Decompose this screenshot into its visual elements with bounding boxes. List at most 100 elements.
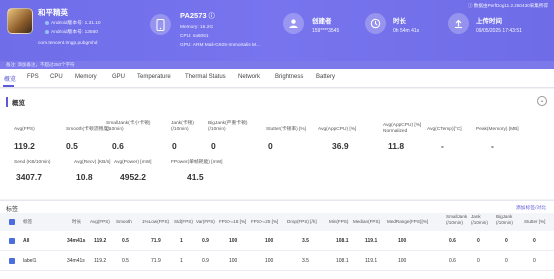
tab-network[interactable]: Network [238,74,260,80]
device-model: PA2573 ⓘ [180,11,215,20]
table-row[interactable]: label1 34m41s 119.2 0.5 71.9 1 0.9 100 1… [0,251,554,271]
select-all-checkbox[interactable] [9,219,15,225]
table-row[interactable]: All 34m41s 119.2 0.5 71.9 1 0.9 100 100 … [0,231,554,251]
header-note: ⓘ 数据由PerfDog11.2.250430采集所得 [467,3,548,8]
duration-value: 0h 54m 41s [393,28,420,34]
metric-value: 10.8 [76,172,93,182]
metric-value: 3407.7 [16,172,42,182]
column-header[interactable]: Std(FPS) [174,219,193,225]
column-header[interactable]: BigJank (/10min) [496,214,524,225]
table-cell: 3.5 [302,258,309,264]
table-cell: 100 [229,238,238,244]
column-header[interactable]: FPS>=25 [%] [251,219,278,225]
info-icon[interactable]: ⓘ [209,14,215,20]
metric-value: 4952.2 [120,172,146,182]
metric-value: - [491,141,494,151]
overview-panel: 概览 ⌄ Avg(FPS) 119.2 Smooth(卡顿流畅度) 0.5 Sm… [0,89,554,199]
add-label-link[interactable]: 添加标签/对比 [516,204,546,211]
metric-value: 119.2 [14,141,35,151]
row-checkbox[interactable] [9,238,15,244]
android-icon [45,20,49,25]
table-cell: 108.1 [336,238,349,244]
table-cell: 100 [398,258,407,264]
table-cell: 119.2 [94,238,107,244]
table-cell: 0.9 [202,258,209,264]
metric-label: Avg(AppCPU) [%] Normalized [383,123,422,134]
table-cell: 0.5 [122,258,129,264]
table-cell: 0 [533,258,536,264]
metric-label: Avg(AppCPU) [%] [318,127,357,132]
tab-temperature[interactable]: Temperature [137,74,171,80]
table-cell: 100 [398,238,407,244]
notice-bar[interactable]: 备注: 添加备注，不超过250个字符 [0,61,554,69]
table-cell: 0.9 [202,238,209,244]
table-cell: 0 [505,238,508,244]
metric-label: Avg(CTemp)[°C] [427,127,462,132]
table-cell: 0 [477,258,480,264]
column-header[interactable]: Jank (/10min) [471,214,493,225]
column-header[interactable]: Avg(FPS) [90,219,110,225]
table-cell: 0.5 [122,238,129,244]
tab-thermal-status[interactable]: Thermal Status [185,74,226,80]
metric-value: 0.6 [112,141,124,151]
metric-label: Smooth(卡顿流畅度) [66,127,110,132]
table-cell: 0 [533,238,536,244]
metric-value: 0 [211,141,216,151]
metric-value: 0.5 [66,141,78,151]
column-header[interactable]: Stutter [%] [524,219,545,225]
column-header[interactable]: Median(FPS) [353,219,380,225]
upload-icon [448,13,469,34]
column-header[interactable]: Var(FPS) [196,219,215,225]
column-header[interactable]: MedRange(FPS)[%] [387,219,428,225]
column-header[interactable]: Min(FPS) [329,219,348,225]
overview-title: 概览 [6,97,25,107]
phone-icon [150,14,171,35]
tab-memory[interactable]: Memory [75,74,97,80]
android-icon [45,29,49,34]
creator-value: 159****3545 [312,28,340,34]
row-checkbox[interactable] [9,258,15,264]
app-icon [7,8,33,34]
upload-label: 上传时间 [476,18,502,25]
table-cell: 119.1 [365,258,378,264]
device-memory: Memory: 15.2G [180,25,214,30]
metric-value: 41.5 [187,172,204,182]
metric-value: 0 [268,141,273,151]
metric-label: Jank(卡顿) (/10min) [171,121,194,132]
metric-value: 11.8 [388,141,405,151]
column-header[interactable]: Smooth [116,219,132,225]
tab-cpu[interactable]: CPU [50,74,63,80]
metric-value: - [441,141,444,151]
clock-icon [365,13,386,34]
device-cpu: CPU: sa6061 [180,34,209,39]
table-cell: 100 [265,258,274,264]
tab-brightness[interactable]: Brightness [275,74,303,80]
package-name: com.tencent.tmgp.pubgmhd [38,41,98,46]
user-icon [283,13,304,34]
column-header[interactable]: Drop(FPS) [/h] [287,219,317,225]
table-cell: 108.1 [336,258,349,264]
label-section: 标签 添加标签/对比 标签 时长 Avg(FPS) Smooth 1%Low(F… [0,200,554,279]
table-cell: 100 [229,258,238,264]
metric-label: SmallJank(卡小卡顿) (/10min) [106,121,151,132]
column-header[interactable]: 标签 [23,219,32,225]
table-cell: 0.6 [449,238,456,244]
column-header[interactable]: 时长 [72,219,81,225]
tab-overview[interactable]: 概览 [4,74,16,83]
collapse-icon[interactable]: ⌄ [537,96,547,106]
table-cell: 0 [477,238,480,244]
tab-fps[interactable]: FPS [27,74,39,80]
section-title: 标签 [6,207,19,213]
tab-battery[interactable]: Battery [316,74,335,80]
column-header[interactable]: FPS>=18 [%] [219,219,246,225]
table-cell: 3.5 [302,238,309,244]
upload-value: 09/05/2025 17:43:51 [476,28,522,34]
duration-label: 时长 [393,18,406,25]
column-header[interactable]: 1%Low(FPS) [142,219,169,225]
tab-gpu[interactable]: GPU [112,74,125,80]
table-header: 标签 时长 Avg(FPS) Smooth 1%Low(FPS) Std(FPS… [0,213,554,231]
metric-label: Send (KB/10min) [14,160,51,165]
metric-label: Peak(Memory) [MB] [476,127,519,132]
metric-label: BigJank(严重卡顿) (/10min) [208,121,248,132]
report-header: 和平精英 Android版本号: 1.31.10 Android版本号: 135… [0,0,554,61]
